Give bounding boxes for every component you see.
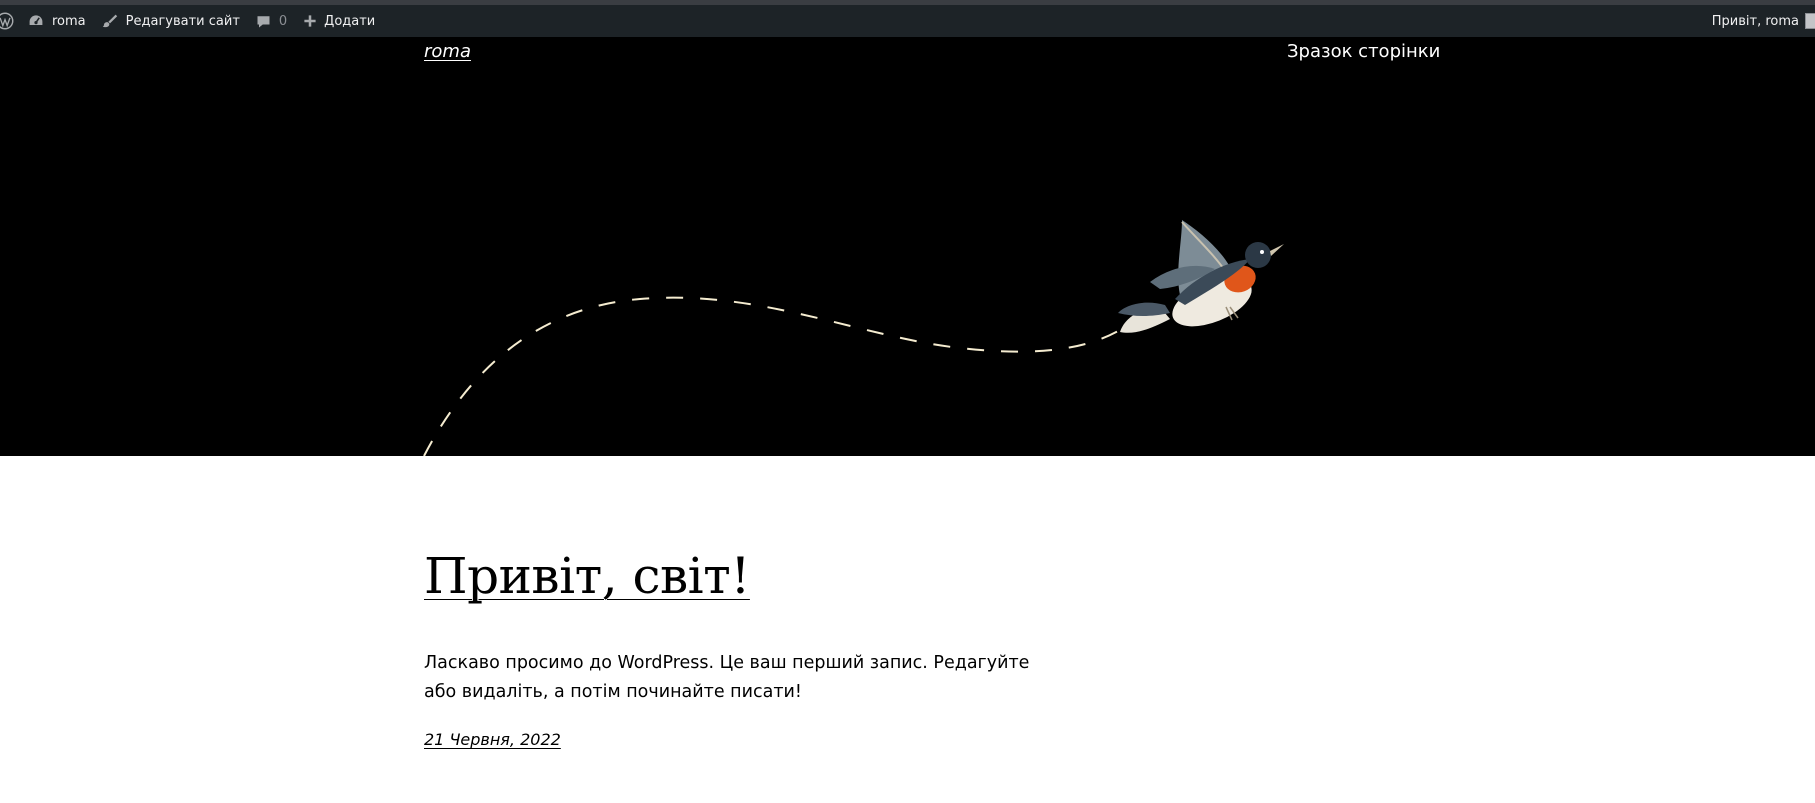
site-name-menu[interactable]: roma <box>20 5 94 37</box>
comments-count: 0 <box>278 13 288 29</box>
add-new-label: Додати <box>324 13 376 29</box>
brush-icon <box>102 14 117 28</box>
site-title-link[interactable]: roma <box>424 41 471 62</box>
account-menu[interactable]: Привіт, roma <box>1712 5 1815 37</box>
comment-icon <box>257 15 270 27</box>
add-new-button[interactable]: Додати <box>295 5 383 37</box>
post-excerpt: Ласкаво просимо до WordPress. Це ваш пер… <box>424 653 1030 702</box>
greeting-text: Привіт, roma <box>1711 13 1799 29</box>
plus-icon <box>304 15 316 27</box>
edit-site-label: Редагувати сайт <box>125 13 240 29</box>
wordpress-logo-button[interactable] <box>0 5 14 37</box>
post-date-link[interactable]: 21 Червня, 2022 <box>424 730 561 749</box>
wordpress-logo-icon <box>0 12 14 30</box>
comments-button[interactable]: 0 <box>248 5 295 37</box>
bird-hero-illustration <box>423 220 1284 456</box>
admin-bar: roma Редагувати сайт 0 Додати Привіт, ro… <box>0 5 1815 37</box>
post-title-link[interactable]: Привіт, світ! <box>424 547 750 605</box>
dashboard-icon <box>29 15 43 25</box>
bird-icon <box>1118 220 1284 333</box>
avatar <box>1805 13 1815 29</box>
site-header: roma Зразок сторінки <box>0 37 1815 456</box>
site-name-label: roma <box>52 13 86 29</box>
nav-item-sample-page[interactable]: Зразок сторінки <box>1287 41 1440 62</box>
edit-site-button[interactable]: Редагувати сайт <box>94 5 248 37</box>
dashed-flight-path <box>423 296 1126 456</box>
